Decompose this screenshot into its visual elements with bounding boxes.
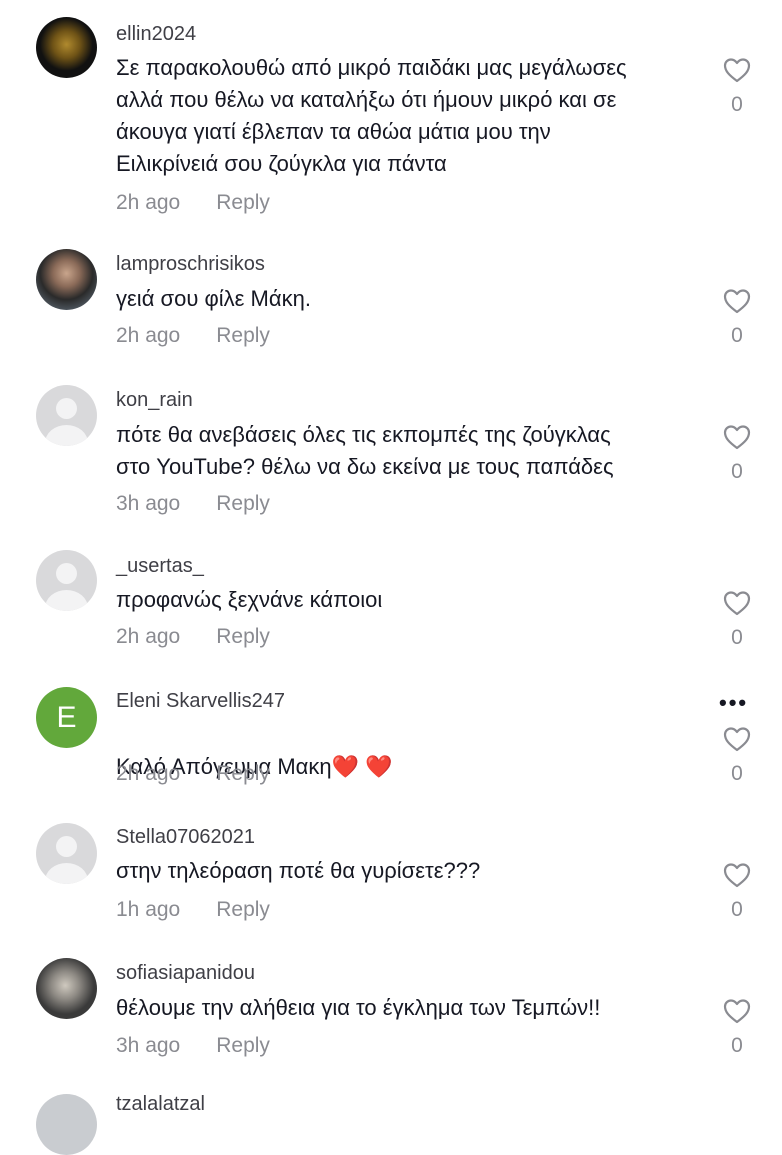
reply-button[interactable]: Reply — [216, 1034, 270, 1057]
comment-time: 2h ago — [116, 191, 181, 214]
avatar-placeholder-body — [45, 425, 88, 446]
like-button[interactable]: 0 — [720, 57, 754, 117]
comment-time: 2h ago — [116, 324, 181, 347]
avatar-placeholder-head — [56, 836, 77, 857]
heart-outline-icon — [720, 424, 754, 450]
comment-username[interactable]: _usertas_ — [116, 555, 204, 578]
comment-time: 3h ago — [116, 1034, 181, 1057]
comment-meta: 1h ago Reply — [116, 898, 270, 922]
reply-button[interactable]: Reply — [216, 898, 270, 921]
comment-time: 3h ago — [116, 492, 181, 515]
reply-button[interactable]: Reply — [216, 492, 270, 515]
avatar-placeholder-body — [45, 590, 88, 611]
heart-outline-icon — [720, 57, 754, 83]
reply-button[interactable]: Reply — [216, 625, 270, 648]
comment-meta: 2h ago Reply — [116, 625, 270, 649]
comment-text: Σε παρακολουθώ από μικρό παιδάκι μας μεγ… — [116, 55, 627, 176]
comment-text: στην τηλεόραση ποτέ θα γυρίσετε??? — [116, 858, 481, 883]
comment-username[interactable]: sofiasiapanidou — [116, 962, 255, 985]
heart-emoji: ❤️ ❤️ — [331, 754, 393, 779]
avatar[interactable] — [36, 823, 97, 884]
comment-username[interactable]: ellin2024 — [116, 23, 196, 46]
comment-meta: 2h ago Reply — [116, 191, 270, 215]
like-count: 0 — [731, 762, 743, 785]
like-count: 0 — [731, 324, 743, 347]
comment-meta: 2h ago Reply — [116, 324, 270, 348]
like-count: 0 — [731, 1034, 743, 1057]
comment-username[interactable]: Eleni Skarvellis247 — [116, 690, 285, 713]
like-count: 0 — [731, 93, 743, 116]
comment-text: γειά σου φίλε Μάκη. — [116, 286, 311, 311]
avatar[interactable] — [36, 550, 97, 611]
avatar-placeholder-body — [45, 863, 88, 884]
avatar-placeholder-head — [56, 398, 77, 419]
avatar[interactable] — [36, 17, 97, 78]
comment-username[interactable]: tzalalatzal — [116, 1093, 205, 1116]
comment-time: 1h ago — [116, 898, 181, 921]
comment-time: 2h ago — [116, 625, 181, 648]
heart-outline-icon — [720, 998, 754, 1024]
like-button[interactable]: 0 — [720, 998, 754, 1058]
avatar[interactable] — [36, 958, 97, 1019]
like-button[interactable]: 0 — [720, 288, 754, 348]
like-count: 0 — [731, 898, 743, 921]
avatar[interactable] — [36, 249, 97, 310]
comment-meta: 2h ago Reply — [116, 762, 270, 786]
comment-text: θέλουμε την αλήθεια για το έγκλημα των Τ… — [116, 995, 601, 1020]
comment-meta: 3h ago Reply — [116, 1034, 270, 1058]
comment-username[interactable]: lamproschrisikos — [116, 253, 265, 276]
comment-text: πότε θα ανεβάσεις όλες τις εκπομπές της … — [116, 422, 614, 479]
comment-time: 2h ago — [116, 762, 181, 785]
like-button[interactable]: 0 — [720, 424, 754, 484]
like-button[interactable]: 0 — [720, 862, 754, 922]
more-horizontal-icon[interactable]: ••• — [719, 690, 748, 716]
avatar-placeholder-head — [56, 563, 77, 584]
comment-text: προφανώς ξεχνάνε κάποιοι — [116, 587, 383, 612]
reply-button[interactable]: Reply — [216, 762, 270, 785]
heart-outline-icon — [720, 726, 754, 752]
comment-username[interactable]: Stella07062021 — [116, 826, 255, 849]
reply-button[interactable]: Reply — [216, 191, 270, 214]
like-button[interactable]: 0 — [720, 726, 754, 786]
like-count: 0 — [731, 626, 743, 649]
avatar[interactable]: E — [36, 687, 97, 748]
like-button[interactable]: 0 — [720, 590, 754, 650]
avatar[interactable] — [36, 1094, 97, 1155]
heart-outline-icon — [720, 590, 754, 616]
comment-username[interactable]: kon_rain — [116, 389, 193, 412]
heart-outline-icon — [720, 862, 754, 888]
reply-button[interactable]: Reply — [216, 324, 270, 347]
heart-outline-icon — [720, 288, 754, 314]
like-count: 0 — [731, 460, 743, 483]
comment-meta: 3h ago Reply — [116, 492, 270, 516]
avatar[interactable] — [36, 385, 97, 446]
